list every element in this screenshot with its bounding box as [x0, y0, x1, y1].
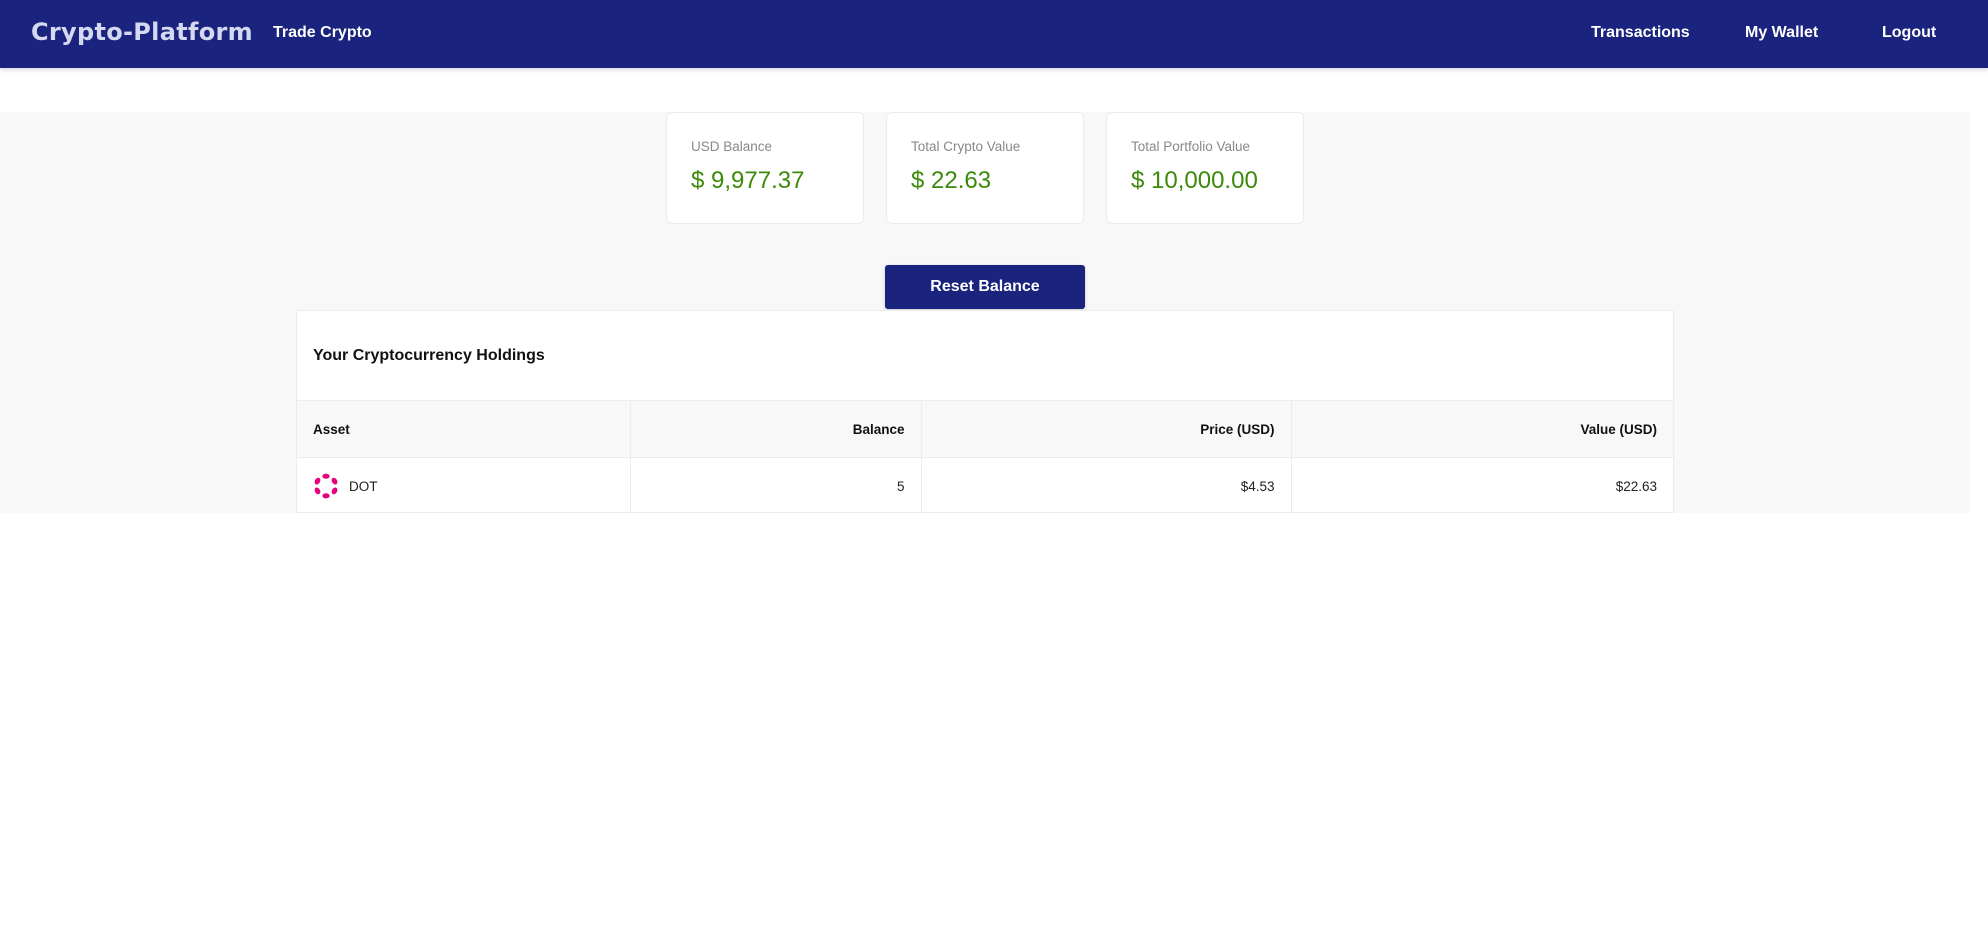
usd-balance-label: USD Balance [691, 139, 773, 154]
holdings-title: Your Cryptocurrency Holdings [313, 347, 545, 364]
value-cell: $22.63 [1290, 457, 1673, 514]
crypto-value-card: Total Crypto Value $ 22.63 [886, 112, 1084, 224]
portfolio-value-label: Total Portfolio Value [1131, 139, 1251, 154]
top-navbar: Crypto-Platform Trade Crypto Transaction… [0, 0, 1988, 68]
portfolio-value-card: Total Portfolio Value $ 10,000.00 [1106, 112, 1304, 224]
polkadot-icon [314, 473, 338, 499]
nav-logout[interactable]: Logout [1882, 24, 1936, 42]
asset-symbol: DOT [349, 478, 378, 494]
price-cell: $4.53 [920, 457, 1291, 514]
crypto-value-value: $ 22.63 [911, 167, 992, 194]
usd-balance-card: USD Balance $ 9,977.37 [666, 112, 864, 224]
balance-cell: 5 [629, 457, 921, 514]
column-header-price: Price (USD) [920, 400, 1291, 458]
column-header-asset: Asset [297, 400, 630, 458]
holdings-table: Asset Balance Price (USD) Value (USD) DO… [297, 400, 1673, 514]
crypto-value-label: Total Crypto Value [911, 139, 1021, 154]
usd-balance-value: $ 9,977.37 [691, 167, 805, 194]
column-header-value: Value (USD) [1290, 400, 1673, 458]
reset-balance-button[interactable]: Reset Balance [885, 265, 1085, 309]
holdings-panel: Your Cryptocurrency Holdings Asset Balan… [296, 310, 1674, 514]
table-header-row: Asset Balance Price (USD) Value (USD) [297, 400, 1673, 458]
nav-transactions[interactable]: Transactions [1591, 24, 1690, 42]
brand-logo[interactable]: Crypto-Platform [31, 18, 253, 46]
portfolio-value-value: $ 10,000.00 [1131, 167, 1258, 194]
asset-cell: DOT [297, 458, 630, 515]
column-header-balance: Balance [629, 400, 921, 458]
table-row: DOT 5 $4.53 $22.63 [297, 457, 1673, 515]
nav-trade-crypto[interactable]: Trade Crypto [273, 24, 372, 42]
nav-my-wallet[interactable]: My Wallet [1745, 24, 1818, 42]
